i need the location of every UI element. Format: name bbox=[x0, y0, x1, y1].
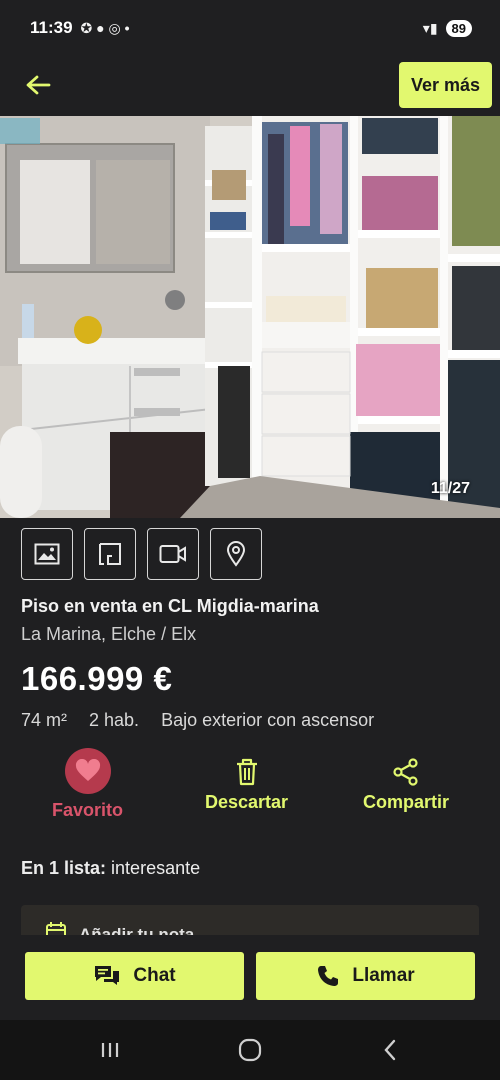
video-button[interactable] bbox=[147, 528, 199, 580]
status-right: ▾▮ 89 bbox=[422, 19, 472, 37]
floorplan-icon bbox=[99, 543, 121, 565]
listing-features: 74 m² 2 hab. Bajo exterior con ascensor bbox=[21, 710, 374, 731]
status-time: 11:39 bbox=[30, 18, 73, 37]
discard-button[interactable]: Descartar bbox=[205, 758, 288, 813]
chat-icon bbox=[95, 966, 120, 985]
top-bar: Ver más bbox=[0, 56, 500, 114]
ver-mas-button[interactable]: Ver más bbox=[398, 62, 492, 108]
share-icon bbox=[393, 758, 418, 786]
feature-area: 74 m² bbox=[21, 710, 68, 730]
listing-location[interactable]: La Marina, Elche / Elx bbox=[21, 624, 196, 645]
chat-button[interactable]: Chat bbox=[25, 952, 244, 1000]
battery-indicator: 89 bbox=[445, 19, 472, 37]
listing-price: 166.999 € bbox=[21, 660, 173, 697]
bottom-cta-bar: Chat Llamar bbox=[0, 935, 500, 1020]
notification-icons: ✪ ● ◎ • bbox=[80, 19, 130, 36]
recents-button[interactable] bbox=[85, 1030, 135, 1070]
photos-button[interactable] bbox=[21, 528, 73, 580]
share-button[interactable]: Compartir bbox=[363, 758, 449, 813]
favorite-button[interactable]: Favorito bbox=[52, 748, 123, 821]
arrow-left-icon bbox=[26, 75, 51, 95]
listing-photo bbox=[0, 116, 500, 518]
status-bar: 11:39 ✪ ● ◎ • ▾▮ 89 bbox=[0, 0, 500, 56]
photo-counter: 11/27 bbox=[430, 480, 470, 497]
back-nav-button[interactable] bbox=[365, 1030, 415, 1070]
feature-floor: Bajo exterior con ascensor bbox=[161, 710, 375, 730]
status-left: 11:39 ✪ ● ◎ • bbox=[30, 18, 130, 38]
saved-lists[interactable]: En 1 lista: interesante bbox=[21, 858, 200, 879]
heart-icon bbox=[75, 759, 100, 781]
call-button[interactable]: Llamar bbox=[256, 952, 475, 1000]
share-label: Compartir bbox=[363, 792, 450, 812]
media-buttons bbox=[21, 528, 262, 580]
listing-title: Piso en venta en CL Migdia-marina bbox=[21, 596, 319, 616]
phone-icon bbox=[318, 966, 339, 986]
recents-icon bbox=[101, 1043, 119, 1057]
listing-actions: Favorito Descartar Compartir bbox=[0, 748, 500, 826]
chat-label: Chat bbox=[133, 965, 176, 986]
saved-lists-value: interesante bbox=[111, 858, 201, 878]
back-button[interactable] bbox=[22, 69, 54, 101]
discard-label: Descartar bbox=[205, 792, 289, 812]
feature-rooms: 2 hab. bbox=[89, 710, 140, 730]
trash-icon bbox=[236, 758, 257, 786]
photos-icon bbox=[34, 543, 60, 565]
chevron-left-icon bbox=[384, 1039, 396, 1061]
signal-icon: ▾▮ bbox=[422, 19, 438, 36]
favorite-label: Favorito bbox=[52, 800, 124, 820]
photo-gallery[interactable]: 11/27 bbox=[0, 116, 500, 518]
saved-lists-prefix: En 1 lista: bbox=[21, 858, 107, 878]
home-button[interactable] bbox=[225, 1030, 275, 1070]
favorite-circle bbox=[64, 748, 111, 794]
floorplan-button[interactable] bbox=[84, 528, 136, 580]
call-label: Llamar bbox=[352, 965, 415, 986]
video-icon bbox=[159, 545, 186, 563]
location-pin-icon bbox=[226, 541, 246, 567]
location-button[interactable] bbox=[210, 528, 262, 580]
home-icon bbox=[238, 1038, 262, 1062]
system-nav-bar bbox=[0, 1020, 500, 1080]
